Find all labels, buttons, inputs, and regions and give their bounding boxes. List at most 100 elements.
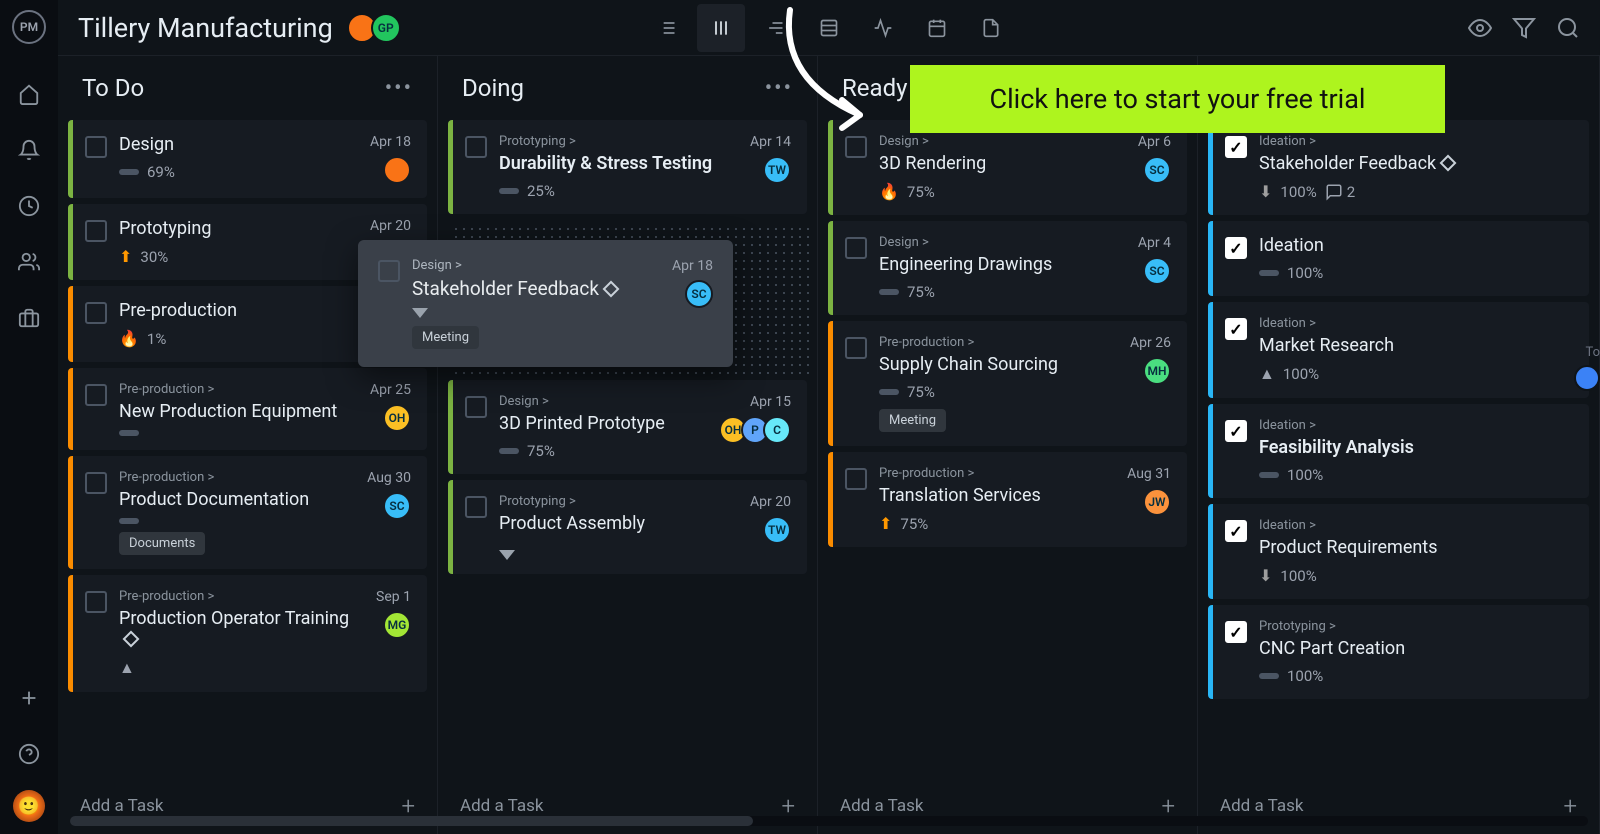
cutoff-text: To xyxy=(1585,345,1600,360)
card-meta: 🔥1% xyxy=(119,329,399,348)
task-checkbox[interactable] xyxy=(1225,520,1247,542)
card-meta: 100% xyxy=(1259,264,1561,282)
app-logo[interactable]: PM xyxy=(12,10,46,44)
dragging-card[interactable]: Design > Stakeholder Feedback Meeting Ap… xyxy=(358,240,733,367)
task-card[interactable]: Design >3D Printed Prototype75%Apr 15OHP… xyxy=(448,380,807,474)
column-menu-icon[interactable]: ••• xyxy=(765,76,793,101)
gantt-view-icon[interactable] xyxy=(751,4,799,52)
card-meta: 75% xyxy=(879,283,1126,301)
card-title: Production Operator Training xyxy=(119,608,364,650)
task-card[interactable]: Pre-production >Translation Services⬆75%… xyxy=(828,452,1187,547)
assignee-avatar[interactable] xyxy=(383,156,411,184)
visibility-icon[interactable] xyxy=(1468,16,1492,40)
assignee-avatar[interactable]: MG xyxy=(383,611,411,639)
task-checkbox[interactable] xyxy=(85,384,107,406)
sheet-view-icon[interactable] xyxy=(805,4,853,52)
task-card[interactable]: Prototyping >CNC Part Creation100% xyxy=(1208,605,1589,699)
list-view-icon[interactable] xyxy=(643,4,691,52)
task-checkbox[interactable] xyxy=(85,136,107,158)
card-date: Aug 30 xyxy=(367,470,411,486)
task-checkbox[interactable] xyxy=(1225,420,1247,442)
card-date: Apr 6 xyxy=(1138,134,1171,150)
task-checkbox[interactable] xyxy=(1225,318,1247,340)
progress-pct: 25% xyxy=(527,182,555,200)
board-view-icon[interactable] xyxy=(697,4,745,52)
team-icon[interactable] xyxy=(9,242,49,282)
task-checkbox[interactable] xyxy=(465,136,487,158)
help-icon[interactable] xyxy=(9,734,49,774)
card-title: Design xyxy=(119,134,358,155)
progress-pct: 69% xyxy=(147,163,175,181)
task-checkbox[interactable] xyxy=(378,260,400,282)
user-avatar[interactable]: 🙂 xyxy=(13,790,45,822)
assignee-avatar[interactable]: SC xyxy=(1143,156,1171,184)
task-card[interactable]: Ideation >Market Research▲100% xyxy=(1208,302,1589,398)
assignee-avatar[interactable]: SC xyxy=(1143,257,1171,285)
task-checkbox[interactable] xyxy=(1225,621,1247,643)
progress-pct: 1% xyxy=(147,330,166,348)
free-trial-cta[interactable]: Click here to start your free trial xyxy=(910,65,1445,133)
kanban-board: To Do•••Design69%Apr 18Prototyping⬆30%Ap… xyxy=(58,56,1600,834)
search-icon[interactable] xyxy=(1556,16,1580,40)
card-title: Translation Services xyxy=(879,485,1115,506)
priority-icon xyxy=(1259,673,1279,679)
task-checkbox[interactable] xyxy=(1225,237,1247,259)
task-card[interactable]: Design69%Apr 18 xyxy=(68,120,427,198)
assignee-avatar[interactable]: TW xyxy=(763,156,791,184)
assignee-avatar[interactable]: TW xyxy=(763,516,791,544)
task-card[interactable]: Design >3D Rendering🔥75%Apr 6SC xyxy=(828,120,1187,215)
priority-icon xyxy=(499,550,515,560)
task-checkbox[interactable] xyxy=(465,396,487,418)
progress-pct: 75% xyxy=(907,283,935,301)
horizontal-scrollbar[interactable] xyxy=(70,816,1588,826)
calendar-view-icon[interactable] xyxy=(913,4,961,52)
card-meta: ⬆30% xyxy=(119,247,358,266)
task-checkbox[interactable] xyxy=(845,468,867,490)
column-menu-icon[interactable]: ••• xyxy=(385,76,413,101)
task-checkbox[interactable] xyxy=(85,220,107,242)
assignee-avatar[interactable]: JW xyxy=(1143,488,1171,516)
assignee-avatar[interactable]: OH xyxy=(383,404,411,432)
task-card[interactable]: Ideation >Feasibility Analysis100% xyxy=(1208,404,1589,498)
task-checkbox[interactable] xyxy=(85,302,107,324)
task-checkbox[interactable] xyxy=(465,496,487,518)
task-card[interactable]: Pre-production >Product DocumentationDoc… xyxy=(68,456,427,569)
milestone-icon xyxy=(602,281,619,298)
assignee-avatar[interactable]: SC xyxy=(685,280,713,308)
task-checkbox[interactable] xyxy=(845,136,867,158)
task-checkbox[interactable] xyxy=(1225,136,1247,158)
comments-count[interactable]: 2 xyxy=(1325,183,1355,201)
files-view-icon[interactable] xyxy=(967,4,1015,52)
task-card[interactable]: Ideation100% xyxy=(1208,221,1589,296)
home-icon[interactable] xyxy=(9,74,49,114)
assignee-avatar[interactable]: C xyxy=(763,416,791,444)
project-members[interactable]: GP xyxy=(353,13,401,43)
filter-icon[interactable] xyxy=(1512,16,1536,40)
priority-icon xyxy=(119,518,139,524)
card-breadcrumb: Design > xyxy=(879,134,1126,149)
member-avatar[interactable]: GP xyxy=(371,13,401,43)
task-card[interactable]: Prototyping >Durability & Stress Testing… xyxy=(448,120,807,214)
assignee-avatar[interactable]: SC xyxy=(383,492,411,520)
task-checkbox[interactable] xyxy=(845,337,867,359)
portfolio-icon[interactable] xyxy=(9,298,49,338)
task-checkbox[interactable] xyxy=(845,237,867,259)
task-card[interactable]: Pre-production >New Production Equipment… xyxy=(68,368,427,450)
task-card[interactable]: Pre-production >Production Operator Trai… xyxy=(68,575,427,692)
activity-view-icon[interactable] xyxy=(859,4,907,52)
card-meta: 69% xyxy=(119,163,358,181)
scrollbar-thumb[interactable] xyxy=(70,816,753,826)
task-card[interactable]: Ideation >Product Requirements⬇100% xyxy=(1208,504,1589,599)
task-card[interactable]: Prototyping >Product AssemblyApr 20TW xyxy=(448,480,807,574)
assignee-stack: TW xyxy=(769,516,791,544)
task-card[interactable]: Pre-production >Supply Chain Sourcing75%… xyxy=(828,321,1187,446)
assignee-avatar[interactable]: MH xyxy=(1143,357,1171,385)
column-title: Doing xyxy=(462,74,524,102)
recent-icon[interactable] xyxy=(9,186,49,226)
task-checkbox[interactable] xyxy=(85,591,107,613)
task-checkbox[interactable] xyxy=(85,472,107,494)
task-card[interactable]: Design >Engineering Drawings75%Apr 4SC xyxy=(828,221,1187,315)
task-card[interactable]: Ideation >Stakeholder Feedback⬇100%2 xyxy=(1208,120,1589,215)
add-icon[interactable] xyxy=(9,678,49,718)
notifications-icon[interactable] xyxy=(9,130,49,170)
